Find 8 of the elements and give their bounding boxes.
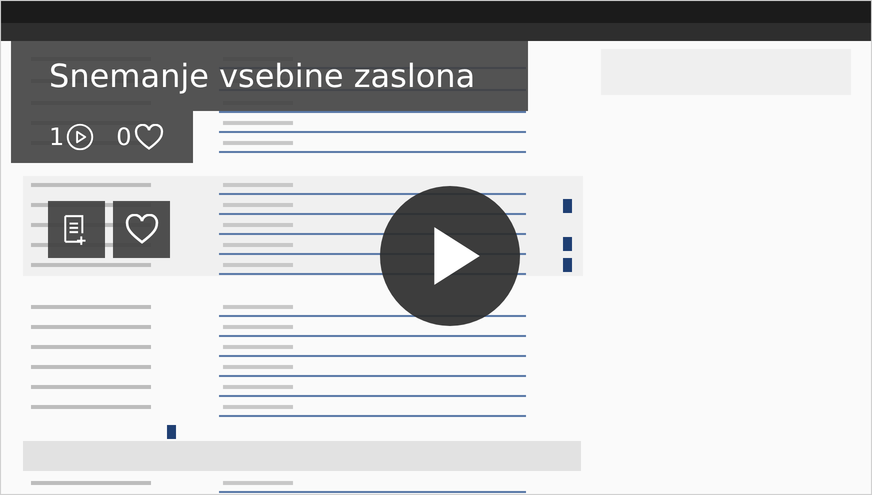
like-count: 0 bbox=[116, 123, 132, 151]
play-icon bbox=[66, 123, 94, 151]
video-title: Snemanje vsebine zaslona bbox=[49, 57, 476, 95]
add-to-playlist-button[interactable] bbox=[48, 201, 105, 258]
like-button[interactable] bbox=[113, 201, 170, 258]
play-count: 1 bbox=[49, 123, 64, 151]
heart-icon bbox=[124, 214, 158, 245]
heart-icon bbox=[134, 124, 164, 150]
